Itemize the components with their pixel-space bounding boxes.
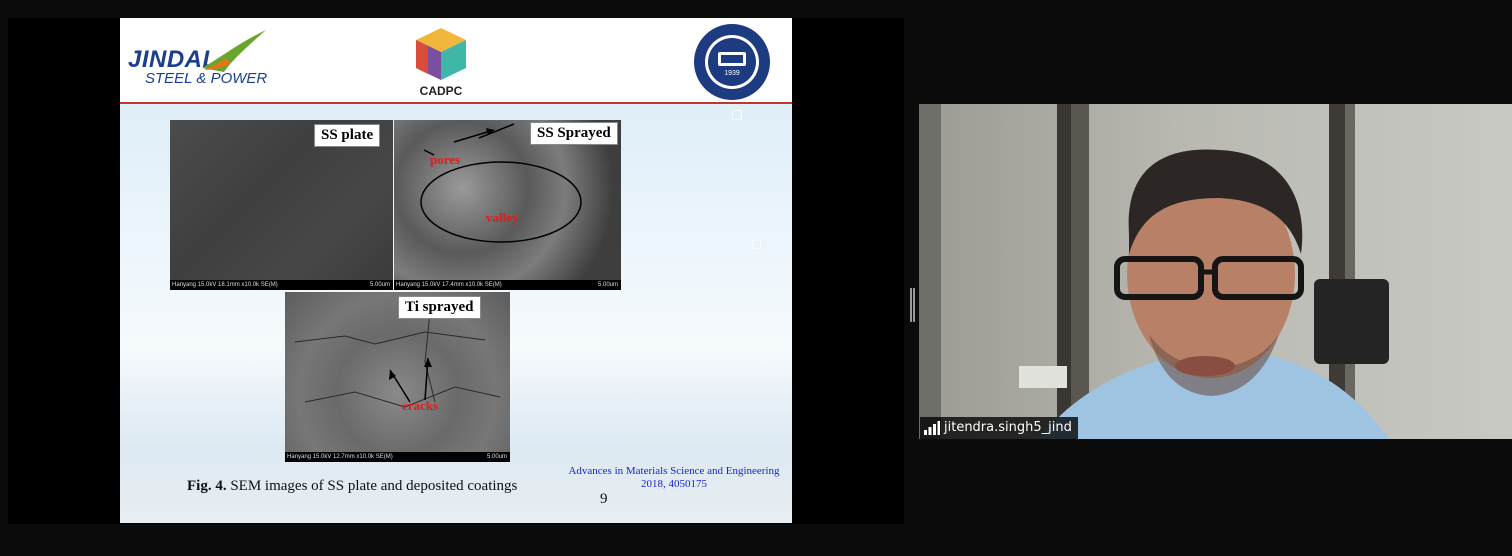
university-seal-icon bbox=[694, 24, 770, 100]
cadpc-cube-icon bbox=[416, 28, 466, 80]
sem-info-bar: Hanyang 15.0kV 12.7mm x10.0k SE(M) 5.00u… bbox=[285, 452, 510, 462]
slide-decoration bbox=[732, 110, 742, 120]
slide-decoration bbox=[752, 240, 761, 249]
participant-video-feed bbox=[919, 104, 1512, 439]
header-rule bbox=[120, 102, 792, 104]
sem-info-bar: Hanyang 15.0kV 17.4mm x10.0k SE(M) 5.00u… bbox=[394, 280, 621, 290]
jindal-logo: JINDAL STEEL & POWER bbox=[128, 30, 267, 87]
participant-name: jitendra.singh5_jind bbox=[944, 420, 1072, 435]
slide-header: JINDAL STEEL & POWER CADPC 1939 bbox=[120, 18, 792, 102]
pane-splitter-handle[interactable] bbox=[910, 288, 915, 322]
presentation-slide: JINDAL STEEL & POWER CADPC 1939 Hanyang … bbox=[120, 18, 792, 523]
slide-page-number: 9 bbox=[600, 491, 608, 507]
sem-scale: 5.00um bbox=[369, 282, 390, 288]
sem-scale: 5.00um bbox=[486, 454, 507, 460]
sem-info-bar: Hanyang 15.0kV 18.1mm x10.0k SE(M) 5.00u… bbox=[170, 280, 393, 290]
annotation-pores: pores bbox=[430, 152, 461, 167]
panel-label-ss-sprayed: SS Sprayed bbox=[530, 122, 618, 145]
jindal-swoosh-icon bbox=[202, 30, 266, 72]
panel-label-ss-plate: SS plate bbox=[314, 124, 381, 147]
caption-bold: Fig. 4. bbox=[187, 478, 227, 494]
university-seal: 1939 bbox=[692, 22, 772, 102]
signal-bars-icon bbox=[924, 420, 940, 435]
sem-scale: 5.00um bbox=[597, 282, 618, 288]
figure-caption: Fig. 4. SEM images of SS plate and depos… bbox=[187, 478, 517, 495]
cadpc-logo: CADPC bbox=[410, 24, 472, 100]
cadpc-label: CADPC bbox=[419, 84, 463, 98]
annotation-cracks: cracks bbox=[402, 398, 439, 413]
participant-name-tag: jitendra.singh5_jind bbox=[920, 417, 1078, 439]
participant-video[interactable] bbox=[919, 104, 1512, 439]
panel-label-ti-sprayed: Ti sprayed bbox=[398, 296, 481, 319]
caption-text: SEM images of SS plate and deposited coa… bbox=[226, 478, 518, 494]
sem-meta: Hanyang 15.0kV 17.4mm x10.0k SE(M) bbox=[396, 282, 502, 288]
sem-meta: Hanyang 15.0kV 18.1mm x10.0k SE(M) bbox=[172, 282, 278, 288]
annotation-valley: valley bbox=[486, 210, 519, 225]
citation-line-1: Advances in Materials Science and Engine… bbox=[568, 465, 780, 477]
citation: Advances in Materials Science and Engine… bbox=[560, 465, 788, 491]
sem-meta: Hanyang 15.0kV 12.7mm x10.0k SE(M) bbox=[287, 454, 393, 460]
sem-image-ss-sprayed: Hanyang 15.0kV 17.4mm x10.0k SE(M) 5.00u… bbox=[394, 120, 621, 290]
seal-year: 1939 bbox=[724, 70, 740, 77]
sem-overlay bbox=[420, 123, 582, 243]
citation-line-2: 2018, 4050175 bbox=[641, 478, 707, 490]
